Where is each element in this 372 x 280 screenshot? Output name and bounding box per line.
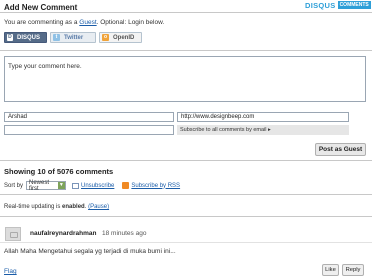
header-divider bbox=[0, 12, 372, 13]
openid-login-label: OpenID bbox=[113, 34, 135, 41]
like-button[interactable]: Like bbox=[322, 264, 339, 276]
email-field[interactable] bbox=[4, 125, 174, 135]
guest-link[interactable]: Guest bbox=[79, 19, 96, 26]
subscribe-email-toggle[interactable]: Subscribe to all comments by email ▸ bbox=[177, 125, 349, 135]
brand-badge: COMMENTS bbox=[337, 1, 371, 9]
subscribe-rss-link[interactable]: Subscribe by RSS bbox=[131, 183, 180, 189]
reply-button[interactable]: Reply bbox=[342, 264, 364, 276]
sort-selected-value: Newest first bbox=[29, 179, 50, 192]
comment-body: Allah Maha Mengetahui segala yg terjadi … bbox=[4, 248, 176, 255]
brand-name: DISQUS bbox=[305, 0, 336, 10]
mail-icon bbox=[72, 182, 80, 189]
login-divider bbox=[0, 50, 372, 51]
openid-icon: o bbox=[102, 34, 109, 41]
avatar-placeholder-icon bbox=[10, 232, 18, 238]
openid-login-button[interactable]: o OpenID bbox=[99, 32, 142, 43]
status-suffix: . Optional: Login below. bbox=[96, 19, 165, 26]
twitter-login-button[interactable]: t Twitter bbox=[50, 32, 96, 43]
pause-link[interactable]: (Pause) bbox=[88, 204, 109, 210]
sort-divider bbox=[0, 194, 372, 195]
status-prefix: You are commenting as a bbox=[4, 19, 78, 26]
login-status: You are commenting as a Guest. Optional:… bbox=[4, 19, 164, 26]
realtime-divider bbox=[0, 216, 372, 217]
disqus-login-button[interactable]: D DISQUS bbox=[4, 32, 47, 43]
sort-label: Sort by bbox=[4, 182, 24, 189]
login-options: D DISQUS t Twitter o OpenID bbox=[4, 32, 142, 43]
twitter-login-label: Twitter bbox=[64, 34, 84, 41]
avatar[interactable] bbox=[5, 227, 21, 241]
flag-link[interactable]: Flag bbox=[4, 268, 17, 275]
comment-count: Showing 10 of 5076 comments bbox=[4, 167, 114, 176]
comment-author[interactable]: naufalreynardrahman bbox=[30, 230, 96, 237]
form-divider bbox=[0, 160, 372, 161]
disqus-logo: DISQUS COMMENTS bbox=[305, 0, 371, 10]
sort-controls: Sort by Newest first ▼ Unsubscribe Subsc… bbox=[4, 179, 180, 192]
name-field[interactable]: Arshad bbox=[4, 112, 174, 122]
website-field[interactable]: http://www.designbeep.com bbox=[177, 112, 349, 122]
page-title: Add New Comment bbox=[4, 3, 78, 12]
chevron-down-icon: ▼ bbox=[57, 182, 66, 189]
comment-divider bbox=[0, 242, 372, 243]
comment-time[interactable]: 18 minutes ago bbox=[102, 230, 146, 237]
post-as-guest-button[interactable]: Post as Guest bbox=[315, 143, 366, 156]
realtime-state: enabled bbox=[62, 204, 85, 210]
disqus-icon: D bbox=[7, 34, 13, 41]
rss-icon bbox=[122, 182, 130, 189]
comment-textarea[interactable]: Type your comment here. bbox=[4, 56, 366, 102]
disqus-login-label: DISQUS bbox=[16, 34, 40, 41]
realtime-prefix: Real-time updating is bbox=[4, 204, 61, 210]
twitter-icon: t bbox=[53, 34, 60, 41]
realtime-status: Real-time updating is enabled. (Pause) bbox=[4, 204, 110, 210]
unsubscribe-link[interactable]: Unsubscribe bbox=[81, 183, 114, 189]
sort-select[interactable]: Newest first ▼ bbox=[26, 179, 67, 192]
